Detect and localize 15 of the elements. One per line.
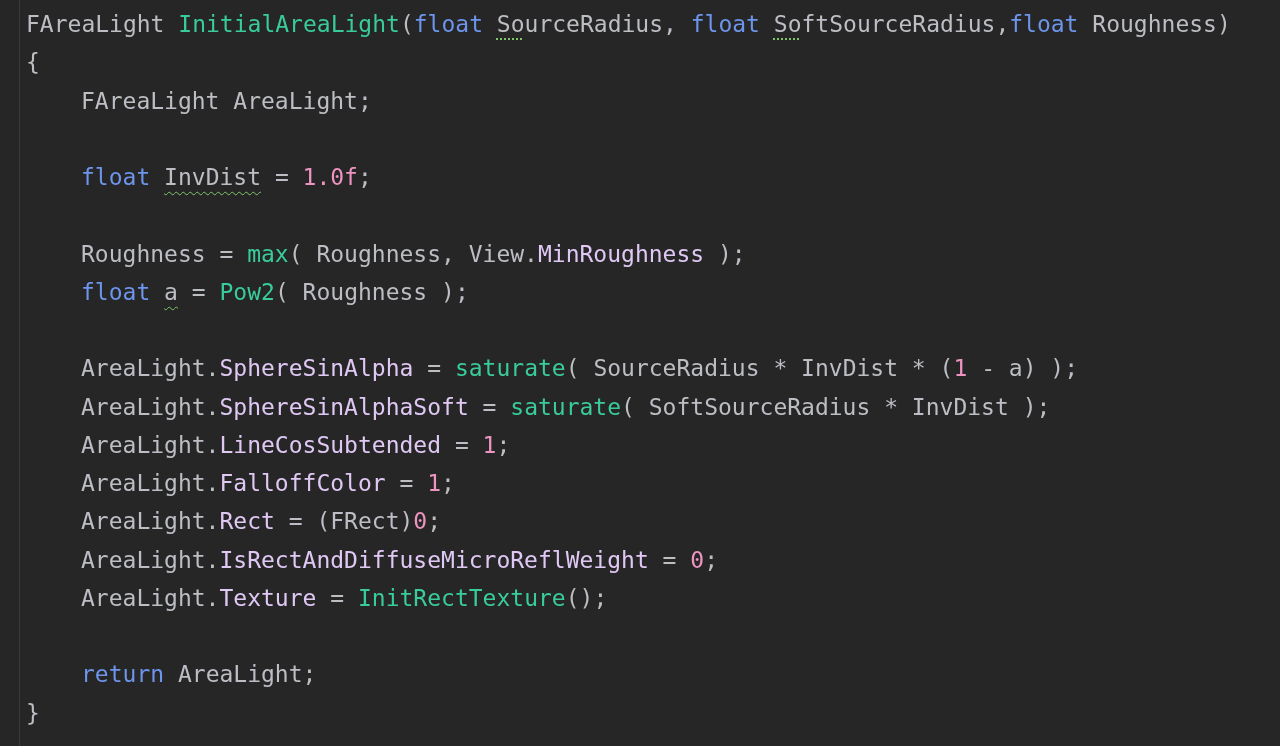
code-line: AreaLight.Rect = (FRect)0; [81,507,442,537]
code-line: float InvDist = 1.0f; [81,163,372,192]
code-line: { [26,48,40,78]
code-line: AreaLight.SphereSinAlphaSoft = saturate( SoftSourceRadius * InvDist ); [81,392,1051,422]
code-line: AreaLight.IsRectAndDiffuseMicroReflWeight = 0; [81,545,718,575]
code-line: AreaLight.SphereSinAlpha = saturate( SourceRadius * InvDist * (1 - a) ); [81,354,1079,384]
code-line: AreaLight.FalloffColor = 1; [81,469,455,498]
code-line: } [26,698,40,728]
code-line: FAreaLight InitialAreaLight(float SourceRadius, float SoftSourceRadius,float Roughness) [26,10,1231,39]
code-line: FAreaLight AreaLight; [81,86,372,116]
code-line: float a = Pow2( Roughness ); [81,277,469,307]
code-line: AreaLight.LineCosSubtended = 1; [81,430,511,460]
code-line: Roughness = max( Roughness, View.MinRoughness ); [81,239,746,269]
code-line: return AreaLight; [81,660,317,690]
code-line: AreaLight.Texture = InitRectTexture(); [81,583,608,613]
